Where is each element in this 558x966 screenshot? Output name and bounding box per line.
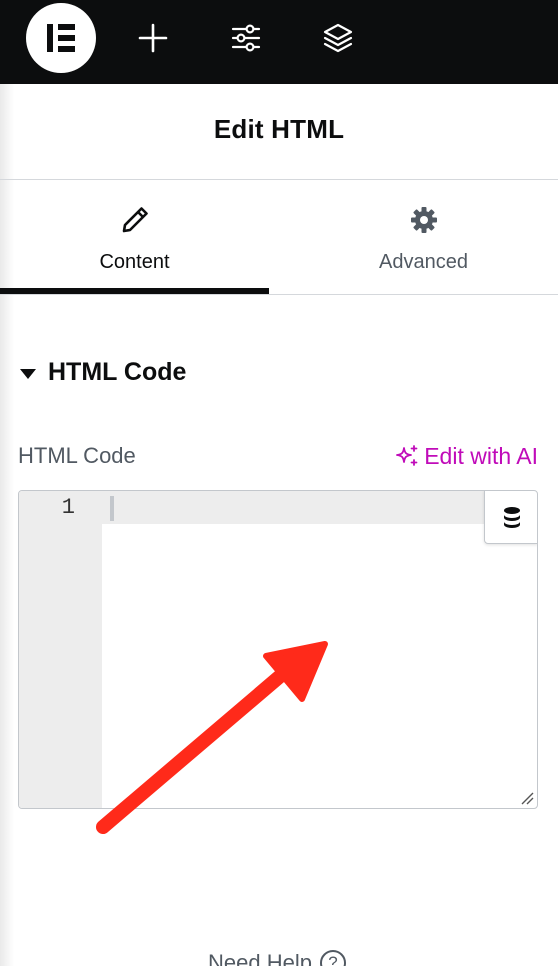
active-line-highlight bbox=[19, 491, 537, 524]
need-help-link[interactable]: Need Help ? bbox=[208, 948, 346, 966]
add-element-icon[interactable] bbox=[137, 22, 169, 54]
panel-title: Edit HTML bbox=[213, 114, 345, 144]
tab-advanced-label: Advanced bbox=[379, 251, 468, 273]
database-icon bbox=[504, 507, 520, 528]
site-settings-icon[interactable] bbox=[230, 22, 262, 54]
tab-advanced[interactable]: Advanced bbox=[289, 180, 558, 294]
top-bar bbox=[0, 0, 558, 84]
resize-handle[interactable] bbox=[520, 791, 534, 805]
line-number-gutter bbox=[19, 491, 102, 808]
pencil-icon bbox=[119, 204, 151, 236]
edit-with-ai-button[interactable]: Edit with AI bbox=[394, 441, 538, 471]
ai-sparkle-icon bbox=[396, 445, 418, 466]
gear-icon bbox=[408, 204, 440, 236]
line-number: 1 bbox=[61, 495, 75, 520]
html-code-editor[interactable]: 1 bbox=[18, 490, 538, 809]
caret-down-icon bbox=[20, 369, 36, 379]
need-help-label: Need Help bbox=[208, 950, 312, 966]
dynamic-tags-button[interactable] bbox=[484, 491, 537, 544]
elementor-editor-panel: Edit HTML Content Advanced HTML Code HTM… bbox=[0, 0, 558, 966]
html-code-label: HTML Code bbox=[18, 443, 136, 468]
help-question-icon: ? bbox=[319, 950, 346, 966]
tabs-divider bbox=[0, 294, 558, 295]
structure-layers-icon[interactable] bbox=[322, 22, 354, 54]
section-title: HTML Code bbox=[48, 358, 187, 386]
tab-content-label: Content bbox=[99, 251, 170, 273]
tab-content[interactable]: Content bbox=[0, 180, 269, 294]
edit-with-ai-label: Edit with AI bbox=[424, 442, 538, 469]
elementor-logo[interactable] bbox=[26, 3, 96, 73]
text-cursor bbox=[110, 496, 114, 521]
